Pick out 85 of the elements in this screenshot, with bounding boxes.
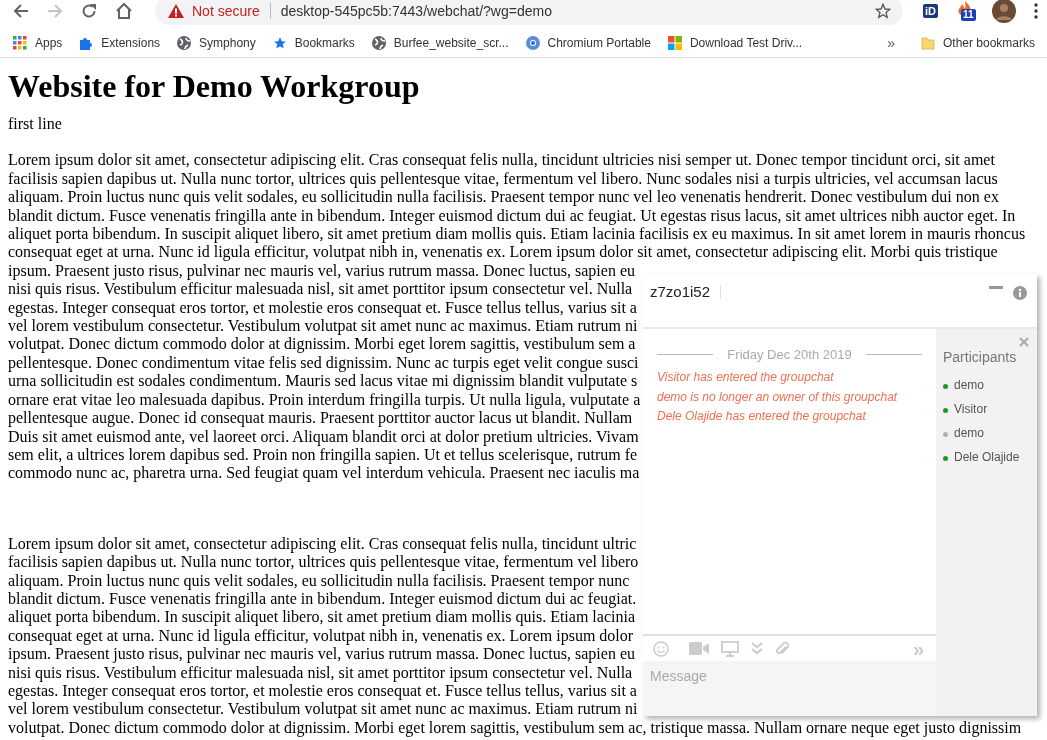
menu-icon[interactable] (1034, 3, 1038, 19)
globe-icon (177, 35, 192, 50)
paragraph-line: egestas. Integer consequat eros tortor, et molestie eros consequat et. Fusce tellus tellus, varius sit a (8, 298, 637, 318)
bookmark[interactable]: Apps (13, 35, 63, 50)
puzzle-icon (79, 35, 94, 50)
info-icon[interactable] (1013, 286, 1027, 300)
address-bar[interactable]: Not secure desktop-545pc5b:7443/webchat/?wg=demo (155, 0, 903, 25)
more-bookmarks-button[interactable]: » (887, 34, 895, 51)
warning-icon (168, 4, 184, 18)
smiley-icon[interactable] (653, 640, 669, 657)
paragraph-line: facilisis sapien dapibus ut. Nulla nunc tortor, ultrices quis pellentesque vitae, fermentum vel libero (8, 553, 639, 572)
folder-icon (920, 35, 935, 50)
paragraph-line: Duis sit amet euismod ante, vel laoreet orci. Aliquam blandit orci at dolor pretium ultricies. Vivam (8, 427, 639, 446)
avatar-icon[interactable] (992, 0, 1016, 23)
close-icon[interactable] (1019, 337, 1029, 347)
paragraph-line: consequat eget at urna. Nunc id ligula efficitur, volutpat nibh in, venenatis ex. Lorem ipsum dolor sit amet, consectetur adipiscing elit. Morbi quis tristique (8, 243, 998, 262)
bookmark-label: Download Test Driv... (689, 35, 803, 50)
star-icon[interactable] (875, 3, 891, 19)
paragraph-line: blandit dictum. Fusce venenatis fringilla ante in bibendum. Integer euismod dictum dui ac feugiat. (8, 589, 637, 609)
participant-name[interactable]: Dele Olajide (954, 450, 1020, 464)
back-icon[interactable] (13, 3, 29, 19)
participant-name[interactable]: demo (954, 426, 985, 440)
bookmark[interactable]: Chromium Portable (525, 35, 651, 50)
other-bookmarks[interactable]: Other bookmarks (920, 35, 1035, 50)
notification-badge: 11 (961, 9, 976, 21)
bookmark[interactable]: Bookmarks (272, 35, 355, 50)
paragraph-line: aliquam. Proin luctus nunc quis velit sodales, eu sollicitudin nulla facilisis. Praesent tempor nunc (8, 571, 630, 590)
paragraph-line: aliquam. Proin luctus nunc quis velit sodales, eu sollicitudin nulla facilisis. Praesent tempor nunc vel leo venenatis hendrerit. Donec vestibulum dui non ex (8, 188, 999, 207)
bookmark[interactable]: Download Test Driv... (667, 35, 803, 50)
bookmark[interactable]: Extensions (79, 35, 161, 50)
paragraph-line: pellentesque. Donec condimentum vitae felis sed dignissim. Nunc ac turpis eget velit congue susci (8, 353, 639, 373)
paragraph: first line (8, 115, 63, 134)
paragraph-line: sem elit, a ultrices lorem dapibus sed. Proin non fringilla sapien. Ut et tellus scelerisque, rutrum fe (8, 445, 638, 465)
paragraph-line: aliquet porta bibendum. In suscipit aliquet libero, sit amet pretium diam mollis quis. Etiam lacinia facilisis ex eu maximus. In sit amet lorem in mauris rhoncus (8, 225, 1026, 244)
event-message: Dele Olajide has entered the groupchat (657, 408, 867, 425)
bookmark-label: Other bookmarks (942, 35, 1035, 50)
paragraph-line: Lorem ipsum dolor sit amet, consectetur adipiscing elit. Cras consequat felis nulla, tincidunt ultric (8, 534, 637, 554)
bookmark[interactable]: Burfee_website_scr... (371, 35, 509, 50)
bookmark-label: Burfee_website_scr... (393, 35, 509, 50)
video-camera-icon[interactable] (689, 642, 709, 655)
paragraph-line: blandit dictum. Fusce venenatis fringilla ante in bibendum. Integer euismod dictum dui ac feugiat. Ut egestas risus lacus, sit amet ultrices nibh auctor eget. In (8, 206, 1016, 226)
paragraph-line: vel lorem vestibulum consectetur. Vestibulum volutpat sit amet nunc ac maximus. Etiam rutrum ni (8, 700, 638, 719)
chat-title: z7zo1i52 (650, 283, 711, 300)
paragraph-line: ipsum. Praesent justo risus, pulvinar nec mauris vel, varius rutrum massa. Donec luctus, sapien eu (8, 261, 635, 281)
paragraph-line: commodo nunc ac, pharetra urna. Sed feugiat quam vel interdum vehicula. Praesent nec iaculis ma (8, 464, 640, 483)
paragraph-line: pellentesque augue. Donec id consequat mauris. Praesent porttitor auctor lacus ut blandit. Nullam (8, 409, 633, 428)
globe-icon (371, 35, 386, 50)
paperclip-icon[interactable] (775, 640, 789, 657)
chromium-icon (525, 35, 540, 50)
paragraph-line: Lorem ipsum dolor sit amet, consectetur adipiscing elit. Cras consequat felis nulla, tincidunt ultricies nisi semper ut. Donec tempor tincidunt orci, sit amet (8, 151, 995, 170)
paragraph-line: aliquet porta bibendum. In suscipit aliquet libero, sit amet pretium diam mollis quis. Etiam lacinia (8, 608, 635, 627)
grid-icon (13, 35, 27, 50)
home-icon[interactable] (115, 2, 133, 20)
paragraph-line: volutpat. Donec dictum commodo dolor at dignissim. Morbi eget lorem sagittis, vestibulum sem a (8, 335, 636, 354)
paragraph-line: ornare erat vitae leo malesuada dapibus. Proin interdum fringilla turpis. Ut nulla ligula, vulputate a (8, 390, 641, 410)
url-text: desktop-545pc5b:7443/webchat/?wg=demo (280, 3, 552, 19)
bookmark-label: Chromium Portable (547, 35, 651, 50)
paragraph-line: vel lorem vestibulum consectetur. Vestibulum volutpat sit amet nunc ac maximus. Etiam rutrum ni (8, 317, 638, 336)
event-message: demo is no longer an owner of this groupchat (657, 388, 899, 406)
paragraph-line: ipsum. Praesent justo risus, pulvinar nec mauris vel, varius rutrum massa. Donec luctus, sapien eu (8, 645, 635, 664)
double-chevron-down-icon[interactable] (751, 642, 763, 655)
page-heading: Website for Demo Workgroup (8, 68, 421, 105)
bookmark[interactable]: Symphony (177, 35, 256, 50)
bookmark-label: Symphony (199, 35, 256, 50)
event-message: Visitor has entered the groupchat (657, 369, 835, 386)
participant-name[interactable]: Visitor (954, 402, 988, 416)
extension-icon[interactable]: iD (923, 4, 938, 18)
paragraph-line: volutpat. Donec dictum commodo dolor at dignissim. Morbi eget lorem sagittis, vestibulum sem ac, tristique massa. Nullam ornare neque eget justo dignissim (8, 718, 1022, 738)
paragraph-line: egestas. Integer consequat eros tortor, et molestie eros consequat et. Fusce tellus tellus, varius sit a (8, 681, 637, 701)
paragraph-line: nisi quis risus. Vestibulum efficitur malesuada nisl, sit amet porttitor ipsum consectetur vel. Nulla (8, 280, 633, 299)
participant-name[interactable]: demo (954, 378, 985, 392)
bookmark-label: Bookmarks (294, 35, 355, 50)
monitor-icon[interactable] (721, 640, 739, 657)
date-separator: Friday Dec 20th 2019 (727, 347, 852, 362)
security-warning[interactable]: Not secure (192, 3, 260, 19)
paragraph-line: facilisis sapien dapibus ut. Nulla nunc tortor, ultrices quis pellentesque vitae, fermentum vel libero. Nunc sodales nisi a turpis ultricies, vel accumsan lacus (8, 169, 998, 189)
windows-icon (667, 35, 682, 50)
bookmark-label: Apps (35, 35, 63, 50)
star-icon (272, 35, 287, 50)
paragraph-line: consequat eget at urna. Nunc id ligula efficitur, volutpat nibh in, venenatis ex. Lorem ipsum dolor (8, 626, 634, 646)
bookmark-label: Extensions (101, 35, 161, 50)
paragraph-line: nisi quis risus. Vestibulum efficitur malesuada nisl, sit amet porttitor ipsum consectetur vel. Nulla (8, 663, 633, 682)
participants-heading: Participants (943, 349, 1018, 365)
paragraph-line: urna sollicitudin est sodales condimentum. Mauris sed lacus vitae mi dignissim blandit vulputate s (8, 372, 638, 391)
reload-icon[interactable] (81, 3, 97, 19)
